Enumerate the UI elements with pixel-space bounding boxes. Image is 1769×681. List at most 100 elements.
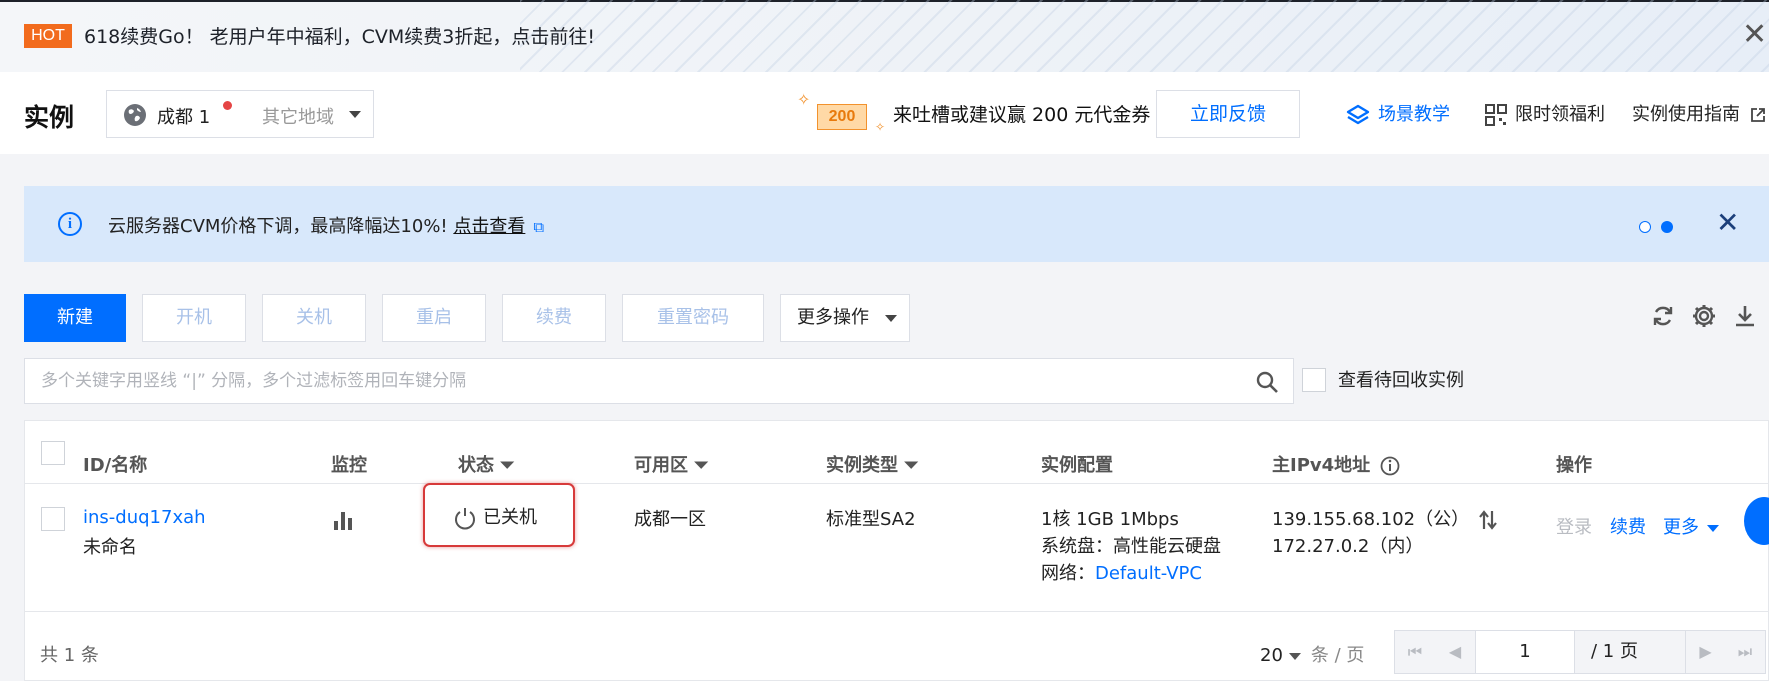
gear-icon[interactable] xyxy=(1691,303,1717,329)
status-highlight: 已关机 xyxy=(423,483,575,547)
reset-password-button[interactable]: 重置密码 xyxy=(622,294,764,342)
notice-link[interactable]: 点击查看 xyxy=(453,216,525,237)
column-header-zone[interactable]: 可用区 ⏷ xyxy=(634,451,708,477)
ipv4-header-label: 主IPv4地址 xyxy=(1272,455,1371,476)
ip-switch-icon[interactable] xyxy=(1477,509,1499,531)
scene-teaching-label: 场景教学 xyxy=(1378,104,1450,125)
column-header-instance-type[interactable]: 实例类型 ⏷ xyxy=(826,451,918,477)
header-divider xyxy=(25,483,1769,484)
page-title: 实例 xyxy=(24,103,75,132)
ip-public: 139.155.68.102（公） xyxy=(1272,505,1499,531)
notice-text: 云服务器CVM价格下调，最高降幅达10%! xyxy=(108,216,454,237)
region-selector[interactable]: 成都 1 其它地域 xyxy=(106,90,374,138)
zone-header-label: 可用区 xyxy=(634,455,688,476)
power-icon xyxy=(455,508,475,530)
region-other[interactable]: 其它地域 xyxy=(262,103,334,129)
more-action-dropdown[interactable]: 更多 xyxy=(1663,513,1719,539)
ip-public-value: 139.155.68.102（公） xyxy=(1272,509,1470,530)
renew-button[interactable]: 续费 xyxy=(502,294,606,342)
create-button[interactable]: 新建 xyxy=(24,294,126,342)
ip-private: 172.27.0.2（内） xyxy=(1272,536,1424,557)
external-link-icon[interactable]: ⧉ xyxy=(533,218,544,236)
renew-action[interactable]: 续费 xyxy=(1610,513,1646,539)
welfare-label: 限时领福利 xyxy=(1515,104,1605,125)
promo-text[interactable]: 618续费Go！ 老用户年中福利，CVM续费3折起，点击前往! xyxy=(84,22,595,49)
column-header-monitor: 监控 xyxy=(331,455,367,476)
welfare-link[interactable]: 限时领福利 xyxy=(1485,100,1605,126)
refresh-icon[interactable] xyxy=(1650,303,1676,329)
network-link[interactable]: Default-VPC xyxy=(1095,563,1202,584)
restart-button[interactable]: 重启 xyxy=(382,294,486,342)
first-page-icon[interactable]: ⏮ xyxy=(1395,631,1435,673)
instance-id-link[interactable]: ins-duq17xah xyxy=(83,507,206,528)
column-header-actions: 操作 xyxy=(1556,455,1592,476)
last-page-icon[interactable]: ⏭ xyxy=(1725,631,1765,673)
page-size-unit: 条 / 页 xyxy=(1310,645,1365,666)
start-button[interactable]: 开机 xyxy=(142,294,246,342)
prev-page-icon[interactable]: ◀ xyxy=(1435,631,1475,673)
external-link-icon xyxy=(1750,108,1765,122)
download-icon[interactable] xyxy=(1732,303,1758,329)
login-action[interactable]: 登录 xyxy=(1556,513,1592,539)
page-header: 实例 成都 1 其它地域 ✧ 200 ✧ 来吐槽或建议赢 200 元代金券 立即… xyxy=(0,72,1769,154)
column-header-ipv4: 主IPv4地址 xyxy=(1272,451,1400,477)
row-checkbox[interactable] xyxy=(41,507,65,531)
qrcode-icon xyxy=(1485,104,1507,126)
network-label: 网络： xyxy=(1041,563,1095,584)
select-all-checkbox[interactable] xyxy=(41,441,65,465)
recycle-label[interactable]: 查看待回收实例 xyxy=(1338,366,1464,392)
stop-button[interactable]: 关机 xyxy=(262,294,366,342)
column-header-id-name: ID/名称 xyxy=(83,455,148,476)
feedback-button[interactable]: 立即反馈 xyxy=(1156,90,1300,138)
recycle-checkbox[interactable] xyxy=(1302,368,1326,392)
carousel-dot[interactable] xyxy=(1639,221,1651,233)
chevron-down-icon xyxy=(885,315,897,322)
info-icon: i xyxy=(58,212,82,236)
config-network: 网络：Default-VPC xyxy=(1041,559,1202,585)
promo-close-icon[interactable]: ✕ xyxy=(1742,20,1767,50)
notice-close-icon[interactable]: ✕ xyxy=(1716,208,1739,238)
sparkle-icon: ✧ xyxy=(875,120,886,134)
instance-type-value: 标准型SA2 xyxy=(826,509,916,530)
region-dot-badge xyxy=(223,101,232,110)
notice-banner: i 云服务器CVM价格下调，最高降幅达10%! 点击查看 ⧉ ✕ xyxy=(24,186,1769,262)
config-spec: 1核 1GB 1Mbps xyxy=(1041,509,1179,530)
more-action-label: 更多 xyxy=(1663,517,1699,538)
hot-badge: HOT xyxy=(24,24,72,48)
promo-decoration xyxy=(520,0,1769,72)
chevron-down-icon[interactable] xyxy=(1288,652,1301,660)
instance-name: 未命名 xyxy=(83,537,137,558)
guide-label: 实例使用指南 xyxy=(1632,104,1740,125)
scene-teaching-link[interactable]: 场景教学 xyxy=(1346,100,1450,126)
more-actions-dropdown[interactable]: 更多操作 xyxy=(780,294,910,342)
column-header-status[interactable]: 状态 ⏷ xyxy=(458,451,514,477)
type-header-label: 实例类型 xyxy=(826,455,898,476)
layers-icon xyxy=(1346,104,1370,125)
bar-chart-icon[interactable] xyxy=(333,509,355,531)
feedback-text: 来吐槽或建议赢 200 元代金券 xyxy=(893,104,1151,126)
filter-icon[interactable]: ⏷ xyxy=(904,455,918,476)
promo-banner[interactable]: HOT 618续费Go！ 老用户年中福利，CVM续费3折起，点击前往! ✕ xyxy=(0,0,1769,72)
coupon-amount: 200 xyxy=(817,104,867,130)
info-icon[interactable] xyxy=(1380,456,1400,476)
search-icon[interactable] xyxy=(1255,370,1279,394)
carousel-dot-active[interactable] xyxy=(1661,221,1673,233)
globe-icon xyxy=(124,104,146,126)
region-current[interactable]: 成都 1 xyxy=(157,103,210,129)
sparkle-icon: ✧ xyxy=(797,90,811,109)
zone-value: 成都一区 xyxy=(634,509,706,530)
filter-icon[interactable]: ⏷ xyxy=(500,455,514,476)
next-page-icon[interactable]: ▶ xyxy=(1685,631,1725,673)
status-text: 已关机 xyxy=(483,507,537,528)
column-header-config: 实例配置 xyxy=(1041,455,1113,476)
more-actions-label: 更多操作 xyxy=(797,307,869,328)
page-number-input[interactable]: 1 xyxy=(1475,631,1575,673)
chevron-down-icon[interactable] xyxy=(349,111,361,118)
page-size-value[interactable]: 20 xyxy=(1260,645,1283,666)
carousel-dots[interactable] xyxy=(1639,218,1673,238)
search-input[interactable] xyxy=(41,369,1221,393)
page-size-selector[interactable]: 20 条 / 页 xyxy=(1260,641,1364,667)
filter-icon[interactable]: ⏷ xyxy=(694,455,708,476)
search-box[interactable] xyxy=(24,358,1294,404)
guide-link[interactable]: 实例使用指南 xyxy=(1632,100,1766,126)
